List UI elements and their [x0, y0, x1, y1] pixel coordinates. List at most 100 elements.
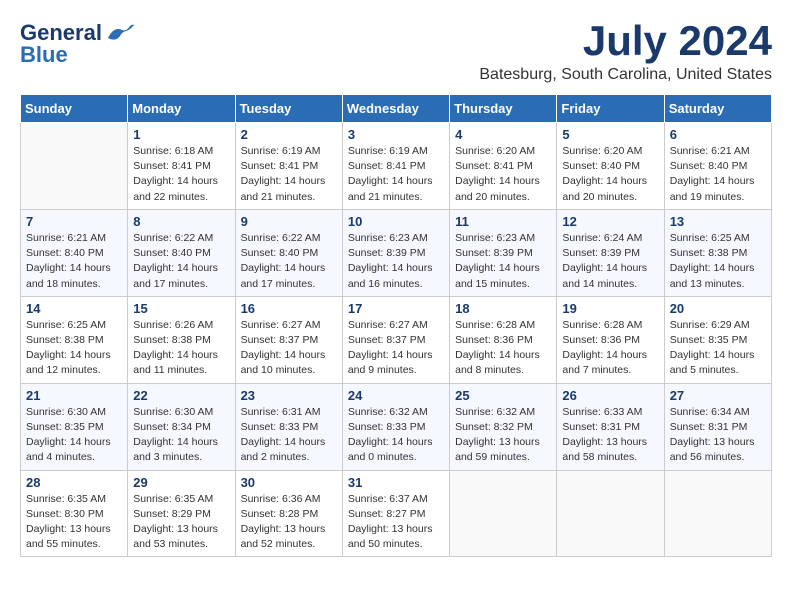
calendar-cell: 20 Sunrise: 6:29 AMSunset: 8:35 PMDayligh…: [664, 296, 771, 383]
calendar-cell: 21 Sunrise: 6:30 AMSunset: 8:35 PMDayligh…: [21, 383, 128, 470]
weekday-header: Friday: [557, 95, 664, 123]
calendar-cell: 5Sunrise: 6:20 AMSunset: 8:40 PMDaylight…: [557, 123, 664, 210]
day-number: 19: [562, 301, 658, 316]
calendar-cell: 26Sunrise: 6:33 AMSunset: 8:31 PMDayligh…: [557, 383, 664, 470]
page-header: General Blue July 2024 Batesburg, South …: [20, 20, 772, 84]
day-number: 13: [670, 214, 766, 229]
calendar-cell: 11 Sunrise: 6:23 AMSunset: 8:39 PMDayligh…: [450, 209, 557, 296]
logo-bird-icon: [106, 24, 134, 42]
day-info: Sunrise: 6:27 AMSunset: 8:37 PMDaylight:…: [241, 318, 337, 379]
calendar-cell: 14 Sunrise: 6:25 AMSunset: 8:38 PMDayligh…: [21, 296, 128, 383]
calendar-cell: 22 Sunrise: 6:30 AMSunset: 8:34 PMDayligh…: [128, 383, 235, 470]
day-number: 23: [241, 388, 337, 403]
day-number: 22: [133, 388, 229, 403]
logo: General Blue: [20, 20, 134, 68]
calendar-cell: 23 Sunrise: 6:31 AMSunset: 8:33 PMDayligh…: [235, 383, 342, 470]
calendar-cell: 6 Sunrise: 6:21 AMSunset: 8:40 PMDaylight…: [664, 123, 771, 210]
weekday-header: Saturday: [664, 95, 771, 123]
logo-text-blue: Blue: [20, 42, 68, 68]
calendar-week-row: 7 Sunrise: 6:21 AMSunset: 8:40 PMDaylight…: [21, 209, 772, 296]
weekday-header: Thursday: [450, 95, 557, 123]
day-number: 21: [26, 388, 122, 403]
day-info: Sunrise: 6:21 AMSunset: 8:40 PMDaylight:…: [670, 144, 766, 205]
calendar-week-row: 21 Sunrise: 6:30 AMSunset: 8:35 PMDayligh…: [21, 383, 772, 470]
weekday-header: Wednesday: [342, 95, 449, 123]
day-info: Sunrise: 6:26 AMSunset: 8:38 PMDaylight:…: [133, 318, 229, 379]
day-info: Sunrise: 6:18 AMSunset: 8:41 PMDaylight:…: [133, 144, 229, 205]
day-number: 17: [348, 301, 444, 316]
title-area: July 2024 Batesburg, South Carolina, Uni…: [479, 20, 772, 84]
location-title: Batesburg, South Carolina, United States: [479, 66, 772, 84]
day-info: Sunrise: 6:28 AMSunset: 8:36 PMDaylight:…: [455, 318, 551, 379]
weekday-header: Monday: [128, 95, 235, 123]
day-info: Sunrise: 6:22 AMSunset: 8:40 PMDaylight:…: [241, 231, 337, 292]
day-number: 25: [455, 388, 551, 403]
day-number: 2: [241, 127, 337, 142]
calendar-cell: 19 Sunrise: 6:28 AMSunset: 8:36 PMDayligh…: [557, 296, 664, 383]
day-number: 15: [133, 301, 229, 316]
calendar-week-row: 1 Sunrise: 6:18 AMSunset: 8:41 PMDaylight…: [21, 123, 772, 210]
calendar-cell: 15 Sunrise: 6:26 AMSunset: 8:38 PMDayligh…: [128, 296, 235, 383]
weekday-header: Sunday: [21, 95, 128, 123]
day-number: 16: [241, 301, 337, 316]
calendar-cell: 25Sunrise: 6:32 AMSunset: 8:32 PMDayligh…: [450, 383, 557, 470]
day-info: Sunrise: 6:36 AMSunset: 8:28 PMDaylight:…: [241, 492, 337, 553]
day-number: 14: [26, 301, 122, 316]
day-number: 6: [670, 127, 766, 142]
calendar-cell: 8 Sunrise: 6:22 AMSunset: 8:40 PMDaylight…: [128, 209, 235, 296]
day-info: Sunrise: 6:21 AMSunset: 8:40 PMDaylight:…: [26, 231, 122, 292]
calendar-cell: 1 Sunrise: 6:18 AMSunset: 8:41 PMDaylight…: [128, 123, 235, 210]
day-info: Sunrise: 6:22 AMSunset: 8:40 PMDaylight:…: [133, 231, 229, 292]
calendar-cell: 27 Sunrise: 6:34 AMSunset: 8:31 PMDayligh…: [664, 383, 771, 470]
day-info: Sunrise: 6:30 AMSunset: 8:35 PMDaylight:…: [26, 405, 122, 466]
calendar-cell: 7 Sunrise: 6:21 AMSunset: 8:40 PMDaylight…: [21, 209, 128, 296]
day-number: 12: [562, 214, 658, 229]
calendar-cell: 30 Sunrise: 6:36 AMSunset: 8:28 PMDayligh…: [235, 470, 342, 557]
calendar-cell: 4Sunrise: 6:20 AMSunset: 8:41 PMDaylight…: [450, 123, 557, 210]
calendar-cell: [21, 123, 128, 210]
calendar-cell: 16 Sunrise: 6:27 AMSunset: 8:37 PMDayligh…: [235, 296, 342, 383]
day-info: Sunrise: 6:27 AMSunset: 8:37 PMDaylight:…: [348, 318, 444, 379]
calendar-cell: 3Sunrise: 6:19 AMSunset: 8:41 PMDaylight…: [342, 123, 449, 210]
day-number: 27: [670, 388, 766, 403]
calendar-cell: 31 Sunrise: 6:37 AMSunset: 8:27 PMDayligh…: [342, 470, 449, 557]
day-info: Sunrise: 6:25 AMSunset: 8:38 PMDaylight:…: [26, 318, 122, 379]
calendar-cell: 17 Sunrise: 6:27 AMSunset: 8:37 PMDayligh…: [342, 296, 449, 383]
day-number: 28: [26, 475, 122, 490]
day-number: 30: [241, 475, 337, 490]
day-info: Sunrise: 6:35 AMSunset: 8:30 PMDaylight:…: [26, 492, 122, 553]
calendar-cell: [450, 470, 557, 557]
day-info: Sunrise: 6:20 AMSunset: 8:40 PMDaylight:…: [562, 144, 658, 205]
day-info: Sunrise: 6:23 AMSunset: 8:39 PMDaylight:…: [455, 231, 551, 292]
day-number: 1: [133, 127, 229, 142]
day-info: Sunrise: 6:31 AMSunset: 8:33 PMDaylight:…: [241, 405, 337, 466]
day-info: Sunrise: 6:34 AMSunset: 8:31 PMDaylight:…: [670, 405, 766, 466]
calendar-cell: 24Sunrise: 6:32 AMSunset: 8:33 PMDayligh…: [342, 383, 449, 470]
calendar-cell: 9 Sunrise: 6:22 AMSunset: 8:40 PMDaylight…: [235, 209, 342, 296]
day-info: Sunrise: 6:20 AMSunset: 8:41 PMDaylight:…: [455, 144, 551, 205]
weekday-header: Tuesday: [235, 95, 342, 123]
calendar-cell: 13Sunrise: 6:25 AMSunset: 8:38 PMDayligh…: [664, 209, 771, 296]
day-number: 24: [348, 388, 444, 403]
month-title: July 2024: [479, 20, 772, 62]
day-info: Sunrise: 6:29 AMSunset: 8:35 PMDaylight:…: [670, 318, 766, 379]
day-number: 9: [241, 214, 337, 229]
calendar-week-row: 28 Sunrise: 6:35 AMSunset: 8:30 PMDayligh…: [21, 470, 772, 557]
day-info: Sunrise: 6:19 AMSunset: 8:41 PMDaylight:…: [241, 144, 337, 205]
day-info: Sunrise: 6:30 AMSunset: 8:34 PMDaylight:…: [133, 405, 229, 466]
day-number: 31: [348, 475, 444, 490]
day-info: Sunrise: 6:33 AMSunset: 8:31 PMDaylight:…: [562, 405, 658, 466]
calendar-cell: 12Sunrise: 6:24 AMSunset: 8:39 PMDayligh…: [557, 209, 664, 296]
calendar-cell: [557, 470, 664, 557]
day-number: 20: [670, 301, 766, 316]
day-number: 8: [133, 214, 229, 229]
calendar-cell: 10Sunrise: 6:23 AMSunset: 8:39 PMDayligh…: [342, 209, 449, 296]
day-info: Sunrise: 6:28 AMSunset: 8:36 PMDaylight:…: [562, 318, 658, 379]
day-number: 7: [26, 214, 122, 229]
calendar-cell: 18 Sunrise: 6:28 AMSunset: 8:36 PMDayligh…: [450, 296, 557, 383]
day-info: Sunrise: 6:37 AMSunset: 8:27 PMDaylight:…: [348, 492, 444, 553]
day-number: 10: [348, 214, 444, 229]
day-number: 18: [455, 301, 551, 316]
day-number: 11: [455, 214, 551, 229]
calendar-cell: 29Sunrise: 6:35 AMSunset: 8:29 PMDayligh…: [128, 470, 235, 557]
